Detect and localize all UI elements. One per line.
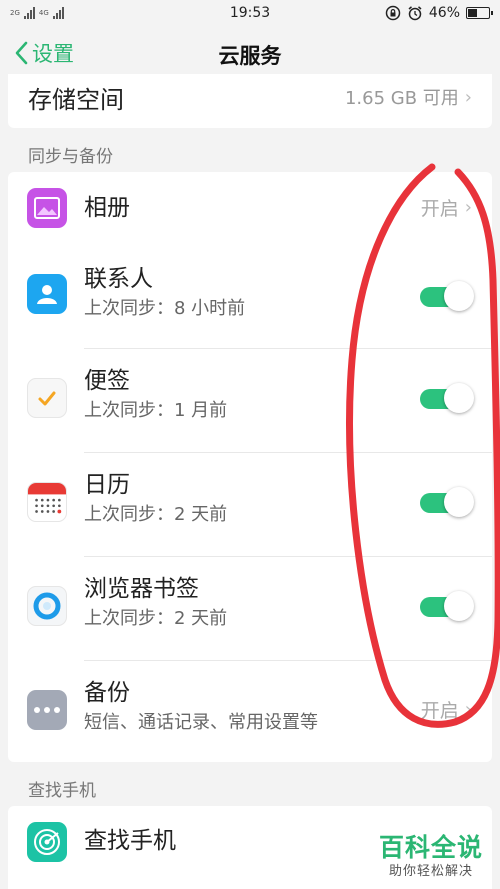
list-item-photos[interactable]: 相册 开启 › xyxy=(8,172,492,246)
item-subtitle: 上次同步：8 小时前 xyxy=(84,298,246,319)
item-title: 相册 xyxy=(84,195,130,221)
list-item-contacts: 联系人 上次同步：8 小时前 xyxy=(8,246,492,350)
toggle-knob xyxy=(444,383,474,413)
toggle-knob xyxy=(444,591,474,621)
browser-icon xyxy=(27,586,67,626)
chevron-right-icon: › xyxy=(464,86,472,108)
item-subtitle: 上次同步：1 月前 xyxy=(84,400,228,421)
divider xyxy=(84,452,492,453)
item-status: 开启 xyxy=(420,198,459,220)
item-subtitle: 短信、通话记录、常用设置等 xyxy=(84,712,318,733)
notes-sync-toggle[interactable] xyxy=(418,383,474,413)
item-subtitle: 上次同步：2 天前 xyxy=(84,504,228,525)
storage-label: 存储空间 xyxy=(28,85,124,114)
item-title: 浏览器书签 xyxy=(84,576,199,602)
status-time: 19:53 xyxy=(229,5,271,21)
sync-backup-card: 相册 开启 › 联系人 上次同步：8 小时前 便签 上次同步：1 月前 日历 上… xyxy=(8,172,492,762)
item-subtitle: 上次同步：2 天前 xyxy=(84,608,228,629)
contacts-sync-toggle[interactable] xyxy=(418,281,474,311)
battery-icon xyxy=(466,7,493,19)
storage-value: 1.65 GB 可用 xyxy=(344,88,459,109)
section-header-sync: 同步与备份 xyxy=(28,147,113,167)
divider xyxy=(84,348,492,349)
item-status: 开启 xyxy=(420,700,459,722)
divider xyxy=(84,660,492,661)
item-title: 日历 xyxy=(84,472,130,498)
bookmarks-sync-toggle[interactable] xyxy=(418,591,474,621)
chevron-right-icon: › xyxy=(464,197,472,218)
watermark-subtext: 助你轻松解决 xyxy=(388,864,473,879)
calendar-icon xyxy=(27,482,67,522)
gallery-icon xyxy=(27,188,67,228)
storage-card: 存储空间 1.65 GB 可用 › xyxy=(8,74,492,128)
chevron-right-icon: › xyxy=(464,699,472,720)
list-item-calendar: 日历 上次同步：2 天前 xyxy=(8,454,492,558)
storage-row[interactable]: 存储空间 1.65 GB 可用 › xyxy=(8,74,492,120)
item-title: 查找手机 xyxy=(84,828,176,854)
divider xyxy=(84,556,492,557)
section-header-find-phone: 查找手机 xyxy=(28,781,96,801)
watermark-text: 百科全说 xyxy=(378,833,483,862)
calendar-sync-toggle[interactable] xyxy=(418,487,474,517)
toggle-knob xyxy=(444,487,474,517)
list-item-backup[interactable]: 备份 短信、通话记录、常用设置等 开启 › xyxy=(8,662,492,762)
item-title: 备份 xyxy=(84,680,130,706)
list-item-browser-bookmarks: 浏览器书签 上次同步：2 天前 xyxy=(8,558,492,662)
notes-icon xyxy=(27,378,67,418)
contacts-icon xyxy=(27,274,67,314)
radar-icon xyxy=(27,822,67,862)
page-title: 云服务 xyxy=(218,44,282,68)
more-dots-icon xyxy=(27,690,67,730)
watermark-logo: 百科全说 助你轻松解决 xyxy=(372,826,490,881)
status-bar: 2G 4G 19:53 46% xyxy=(0,0,500,26)
item-title: 便签 xyxy=(84,368,130,394)
toggle-knob xyxy=(444,281,474,311)
item-title: 联系人 xyxy=(84,266,153,292)
list-item-notes: 便签 上次同步：1 月前 xyxy=(8,350,492,454)
